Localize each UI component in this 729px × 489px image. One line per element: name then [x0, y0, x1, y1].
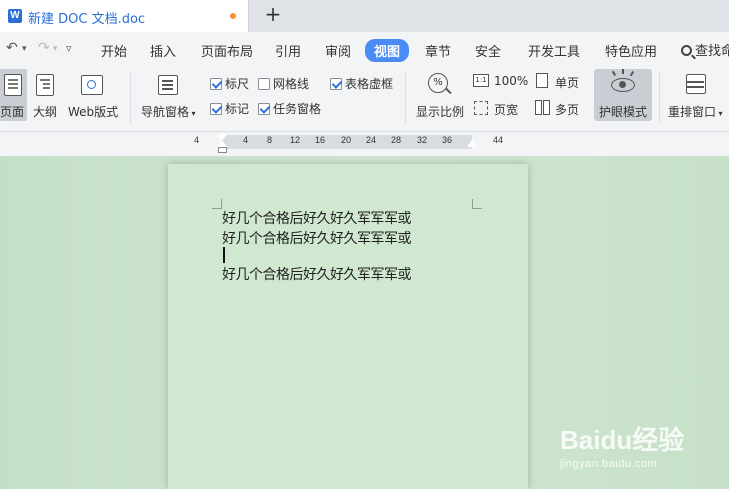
ruler-tick: 44: [493, 135, 504, 145]
menu-developer[interactable]: 开发工具: [528, 41, 580, 60]
eye-mode-label: 护眼模式: [599, 105, 648, 119]
zoom-magnifier-icon: %: [428, 73, 448, 93]
outline-icon: [36, 74, 54, 96]
baidu-jingyan-watermark: Baidu经验 jingyan.baidu.com: [560, 420, 685, 470]
page-width-icon: [474, 101, 488, 115]
ruler-tick: 36: [442, 135, 453, 145]
document-tab[interactable]: W 新建 DOC 文档.doc: [0, 0, 249, 32]
marks-checkbox[interactable]: 标记: [210, 100, 249, 117]
zoom-100-button[interactable]: 1:1 100%: [473, 72, 529, 92]
ruler-check-icon: [210, 78, 222, 90]
zoom-label: 显示比例: [416, 105, 465, 119]
ruler-tick: 24: [366, 135, 377, 145]
search-icon: [681, 45, 692, 56]
customize-toolbar-icon[interactable]: ▿: [66, 42, 72, 55]
gridlines-check-icon: [258, 78, 270, 90]
menu-bar: ↶ ▾ ↷ ▾ ▿ 开始 插入 页面布局 引用 审阅 视图 章节 安全 开发工具…: [0, 32, 729, 66]
ruler-tick: 4: [243, 135, 249, 145]
eye-protection-mode-button[interactable]: 护眼模式: [594, 66, 652, 126]
multi-page-button[interactable]: 多页: [535, 99, 583, 119]
gridlines-checkbox[interactable]: 网格线: [258, 75, 309, 92]
rearrange-windows-button[interactable]: 重排窗口 ▾: [664, 66, 726, 126]
document-text-line[interactable]: 好几个合格后好久好久军军军或: [222, 264, 412, 284]
outline-label: 大纲: [33, 105, 58, 119]
redo-dropdown-icon[interactable]: ▾: [53, 44, 58, 54]
ruler-tick: 32: [417, 135, 428, 145]
page-view-label: 页面: [0, 105, 25, 119]
watermark-brand: Baidu经验: [560, 425, 685, 455]
menu-chapter[interactable]: 章节: [425, 41, 451, 60]
web-layout-label: Web版式: [68, 105, 119, 119]
page-margin-corner-top-right: [472, 199, 482, 209]
multi-page-icon: [535, 100, 542, 115]
zoom-button[interactable]: % 显示比例: [413, 66, 467, 126]
wps-writer-icon: W: [8, 9, 22, 23]
task-pane-check-icon: [258, 103, 270, 115]
web-layout-icon: [81, 75, 103, 95]
menu-review[interactable]: 审阅: [325, 41, 351, 60]
page-width-label: 页宽: [494, 103, 519, 117]
toolbar-divider: [659, 72, 660, 124]
undo-icon[interactable]: ↶: [6, 40, 18, 56]
one-page-button[interactable]: 单页: [535, 72, 583, 92]
actual-size-icon: 1:1: [473, 74, 489, 87]
table-gridlines-check-icon: [330, 78, 342, 90]
menu-special-apps[interactable]: 特色应用: [605, 41, 657, 60]
text-caret: [223, 247, 225, 263]
one-page-icon: [536, 73, 548, 88]
document-tab-title[interactable]: 新建 DOC 文档.doc: [28, 8, 145, 27]
menu-insert[interactable]: 插入: [150, 41, 176, 60]
hanging-indent-marker[interactable]: [217, 140, 227, 147]
nav-pane-icon: [158, 75, 178, 95]
ruler-tick: 28: [391, 135, 402, 145]
menu-security[interactable]: 安全: [475, 41, 501, 60]
view-toolbar: 页面 大纲 Web版式 导航窗格 ▾ 标尺 网格线 表格虚框 标记 任务窗格 %…: [0, 66, 729, 132]
web-layout-button[interactable]: Web版式: [66, 66, 122, 126]
watermark-url: jingyan.baidu.com: [560, 458, 658, 470]
rearrange-windows-label: 重排窗口 ▾: [668, 105, 723, 119]
title-bar: W 新建 DOC 文档.doc +: [0, 0, 729, 32]
outline-view-button[interactable]: 大纲: [31, 66, 59, 126]
one-page-label: 单页: [555, 76, 580, 90]
left-indent-marker[interactable]: [218, 147, 227, 153]
undo-dropdown-icon[interactable]: ▾: [22, 44, 27, 54]
ruler-tick: 20: [341, 135, 352, 145]
ruler-tick: 12: [290, 135, 301, 145]
redo-icon[interactable]: ↷: [38, 40, 50, 56]
menu-references[interactable]: 引用: [275, 41, 301, 60]
nav-pane-label: 导航窗格 ▾: [141, 105, 196, 119]
unsaved-indicator-icon: [230, 13, 236, 19]
page-margin-corner-top-left: [212, 199, 222, 209]
search-command[interactable]: 查找命: [681, 40, 729, 59]
toolbar-divider: [405, 72, 406, 124]
eye-icon: [611, 78, 635, 92]
search-label: 查找命: [695, 44, 729, 59]
document-text-line[interactable]: 好几个合格后好久好久军军军或: [222, 208, 412, 228]
menu-page-layout[interactable]: 页面布局: [201, 41, 253, 60]
toolbar-divider: [130, 72, 131, 124]
rearrange-windows-icon: [686, 74, 706, 94]
page-width-button[interactable]: 页宽: [473, 99, 529, 119]
horizontal-ruler[interactable]: 4 4 8 12 16 20 24 28 32 36 44: [0, 132, 729, 156]
table-gridlines-checkbox[interactable]: 表格虚框: [330, 75, 393, 92]
task-pane-checkbox[interactable]: 任务窗格: [258, 100, 321, 117]
multi-page-label: 多页: [555, 103, 580, 117]
ruler-checkbox[interactable]: 标尺: [210, 75, 249, 92]
ruler-tick: 8: [267, 135, 273, 145]
marks-check-icon: [210, 103, 222, 115]
zoom-100-label: 100%: [494, 74, 529, 88]
new-tab-button[interactable]: +: [262, 4, 284, 26]
right-indent-marker[interactable]: [467, 140, 477, 147]
menu-view[interactable]: 视图: [365, 39, 410, 62]
page-view-button[interactable]: 页面: [0, 66, 27, 126]
document-text-line[interactable]: 好几个合格后好久好久军军军或: [222, 228, 412, 248]
nav-pane-button[interactable]: 导航窗格 ▾: [138, 66, 200, 126]
menu-home[interactable]: 开始: [101, 41, 127, 60]
page-view-icon: [4, 74, 22, 96]
ruler-tick: 4: [194, 135, 200, 145]
ruler-tick: 16: [315, 135, 326, 145]
